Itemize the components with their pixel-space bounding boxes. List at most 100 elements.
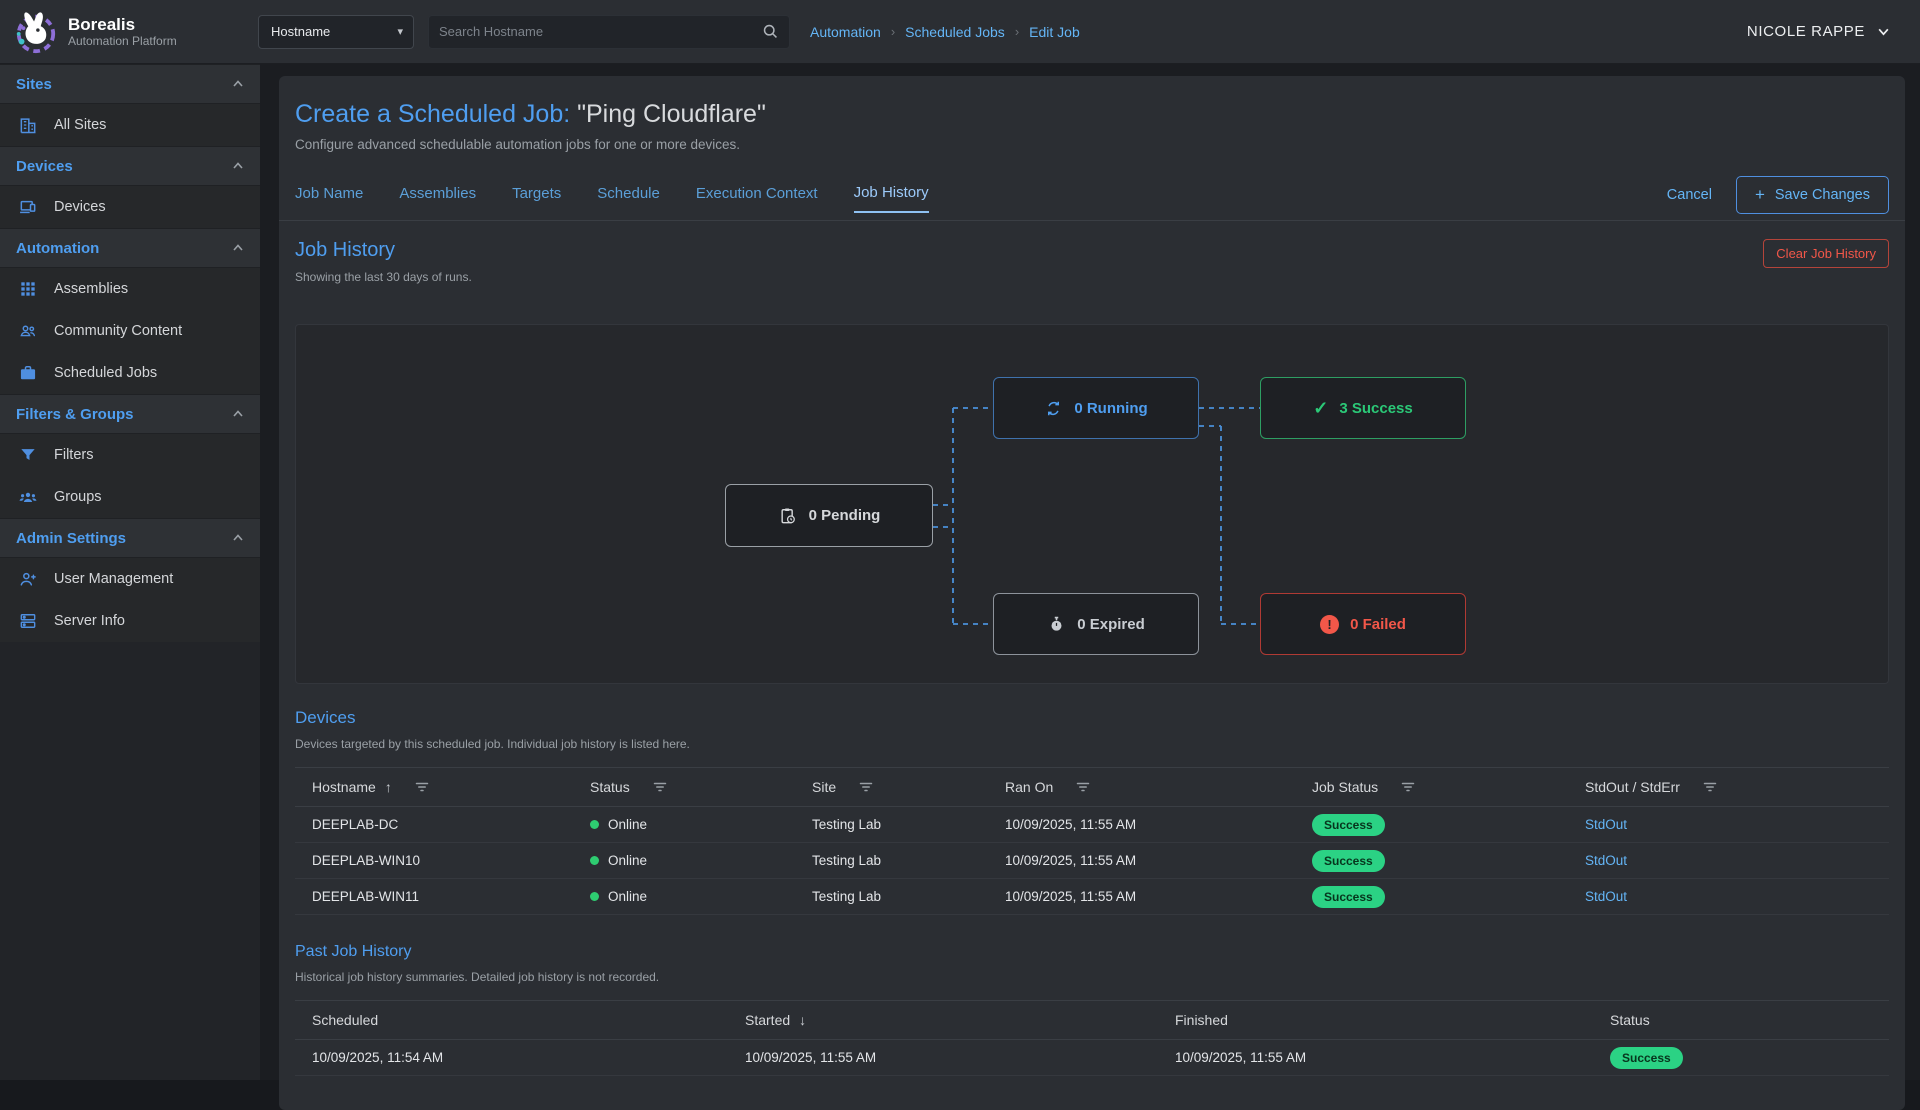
sort-asc-icon: ↑	[385, 779, 392, 795]
stdout-cell: StdOut	[1585, 889, 1889, 904]
table-row[interactable]: DEEPLAB-DC Online Testing Lab 10/09/2025…	[295, 807, 1889, 843]
user-menu[interactable]: NICOLE RAPPE	[1747, 23, 1890, 40]
filter-icon[interactable]	[1076, 780, 1090, 794]
hostname-filter-select[interactable]: Hostname ▾	[258, 15, 414, 49]
pending-status-box: 0 Pending	[725, 484, 933, 547]
filter-icon[interactable]	[1703, 780, 1717, 794]
hostname-cell: DEEPLAB-DC	[295, 817, 590, 832]
sidebar-section-devices[interactable]: Devices	[0, 146, 260, 186]
running-status-box: 0 Running	[993, 377, 1199, 439]
ran-on-cell: 10/09/2025, 11:55 AM	[1005, 817, 1312, 832]
sidebar-item-label: Groups	[54, 489, 102, 505]
sidebar-item-label: User Management	[54, 571, 173, 587]
breadcrumb-scheduled-jobs[interactable]: Scheduled Jobs	[905, 24, 1005, 40]
tab-job-name[interactable]: Job Name	[295, 185, 363, 212]
success-count-label: 3 Success	[1339, 400, 1412, 417]
breadcrumb-automation[interactable]: Automation	[810, 24, 881, 40]
brand: Borealis Automation Platform	[0, 9, 258, 55]
stdout-link[interactable]: StdOut	[1585, 889, 1627, 904]
status-cell: Online	[590, 889, 812, 904]
top-bar: Borealis Automation Platform Hostname ▾ …	[0, 0, 1920, 64]
table-row[interactable]: DEEPLAB-WIN11 Online Testing Lab 10/09/2…	[295, 879, 1889, 915]
filter-icon[interactable]	[859, 780, 873, 794]
search-box[interactable]	[428, 15, 790, 49]
borealis-logo-icon	[12, 9, 58, 55]
hostname-cell: DEEPLAB-WIN11	[295, 889, 590, 904]
sidebar-item-all-sites[interactable]: All Sites	[0, 104, 260, 146]
edit-job-card: Create a Scheduled Job: "Ping Cloudflare…	[279, 76, 1905, 1110]
table-row[interactable]: 10/09/2025, 11:54 AM 10/09/2025, 11:55 A…	[295, 1040, 1889, 1076]
tab-schedule[interactable]: Schedule	[597, 185, 660, 212]
section-label: Filters & Groups	[16, 406, 134, 423]
tab-targets[interactable]: Targets	[512, 185, 561, 212]
devices-table-header: Hostname ↑ Status Site Ran On Job	[295, 767, 1889, 807]
column-header-scheduled[interactable]: Scheduled	[295, 1012, 745, 1028]
tabs-divider	[279, 220, 1905, 221]
user-plus-icon	[18, 569, 38, 589]
building-icon	[18, 115, 38, 135]
tab-assemblies[interactable]: Assemblies	[399, 185, 476, 212]
brand-subtitle: Automation Platform	[68, 34, 177, 48]
cancel-button[interactable]: Cancel	[1667, 187, 1712, 203]
sidebar-section-admin-settings[interactable]: Admin Settings	[0, 518, 260, 558]
sidebar-section-automation[interactable]: Automation	[0, 228, 260, 268]
column-header-job-status[interactable]: Job Status	[1312, 779, 1585, 795]
job-history-subtitle: Showing the last 30 days of runs.	[295, 270, 472, 284]
chevron-up-icon	[232, 160, 244, 172]
column-header-finished[interactable]: Finished	[1175, 1012, 1610, 1028]
column-header-ran-on[interactable]: Ran On	[1005, 779, 1312, 795]
search-input[interactable]	[439, 24, 762, 39]
column-header-stdout[interactable]: StdOut / StdErr	[1585, 779, 1889, 795]
breadcrumb-edit-job[interactable]: Edit Job	[1029, 24, 1080, 40]
job-history-header: Job History Showing the last 30 days of …	[295, 239, 1889, 284]
sidebar-item-user-management[interactable]: User Management	[0, 558, 260, 600]
column-header-hostname[interactable]: Hostname ↑	[295, 779, 590, 795]
stdout-link[interactable]: StdOut	[1585, 853, 1627, 868]
user-name: NICOLE RAPPE	[1747, 23, 1865, 40]
status-badge: Success	[1610, 1047, 1683, 1069]
chevron-up-icon	[232, 408, 244, 420]
save-changes-button[interactable]: + Save Changes	[1736, 176, 1889, 214]
sidebar-item-devices[interactable]: Devices	[0, 186, 260, 228]
tab-execution-context[interactable]: Execution Context	[696, 185, 818, 212]
clear-job-history-button[interactable]: Clear Job History	[1763, 239, 1889, 268]
search-icon[interactable]	[762, 23, 779, 40]
sidebar-item-filters[interactable]: Filters	[0, 434, 260, 476]
sidebar-section-filters-groups[interactable]: Filters & Groups	[0, 394, 260, 434]
filter-icon[interactable]	[1401, 780, 1415, 794]
chevron-up-icon	[232, 242, 244, 254]
sidebar-section-sites[interactable]: Sites	[0, 64, 260, 104]
column-header-status[interactable]: Status	[590, 779, 812, 795]
sidebar-item-groups[interactable]: Groups	[0, 476, 260, 518]
funnel-icon	[18, 445, 38, 465]
column-header-started[interactable]: Started ↓	[745, 1012, 1175, 1028]
stdout-cell: StdOut	[1585, 817, 1889, 832]
status-badge: Success	[1312, 814, 1385, 836]
sidebar-item-assemblies[interactable]: Assemblies	[0, 268, 260, 310]
sidebar-item-label: Scheduled Jobs	[54, 365, 157, 381]
sync-icon	[1044, 399, 1063, 418]
online-dot-icon	[590, 820, 599, 829]
ran-on-cell: 10/09/2025, 11:55 AM	[1005, 853, 1312, 868]
table-row[interactable]: DEEPLAB-WIN10 Online Testing Lab 10/09/2…	[295, 843, 1889, 879]
column-header-site[interactable]: Site	[812, 779, 1005, 795]
column-header-status[interactable]: Status	[1610, 1012, 1889, 1028]
page-title: Create a Scheduled Job: "Ping Cloudflare…	[295, 100, 1889, 129]
check-icon: ✓	[1313, 398, 1328, 419]
devices-table: Hostname ↑ Status Site Ran On Job	[295, 767, 1889, 915]
filter-icon[interactable]	[415, 780, 429, 794]
running-count-label: 0 Running	[1074, 400, 1147, 417]
site-cell: Testing Lab	[812, 889, 1005, 904]
tab-job-history[interactable]: Job History	[854, 184, 929, 213]
pending-count-label: 0 Pending	[809, 507, 881, 524]
filter-icon[interactable]	[653, 780, 667, 794]
sidebar-item-scheduled-jobs[interactable]: Scheduled Jobs	[0, 352, 260, 394]
past-job-history-title: Past Job History	[295, 943, 1889, 961]
status-cell: Online	[590, 817, 812, 832]
chevron-up-icon	[232, 78, 244, 90]
stdout-link[interactable]: StdOut	[1585, 817, 1627, 832]
sidebar-item-community-content[interactable]: Community Content	[0, 310, 260, 352]
online-dot-icon	[590, 856, 599, 865]
sidebar-item-server-info[interactable]: Server Info	[0, 600, 260, 642]
chevron-down-icon: ▾	[397, 25, 403, 38]
